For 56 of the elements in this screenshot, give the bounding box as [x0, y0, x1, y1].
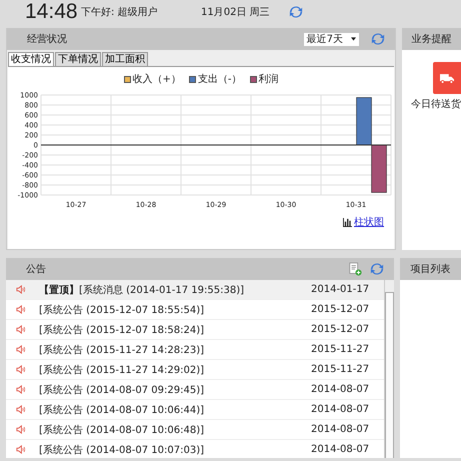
- legend-label: 收入（+）: [132, 72, 181, 86]
- notice-title: [系统公告 (2015-12-07 18:58:24)]: [39, 324, 205, 336]
- notice-row[interactable]: 【置顶】[系统消息 (2014-01-17 19:55:38)] 2014-01-17: [6, 280, 384, 300]
- chart-tab[interactable]: 加工面积: [102, 52, 148, 66]
- notice-title: [系统公告 (2014-08-07 10:06:44)]: [39, 404, 205, 416]
- panel-title: 公告: [26, 262, 47, 276]
- chart-bar: [371, 144, 387, 193]
- speaker-icon: [16, 365, 25, 374]
- chart-bar: [356, 97, 372, 146]
- bar-chart-icon: [343, 218, 352, 226]
- notice-title: [系统公告 (2014-08-07 10:06:48)]: [39, 424, 205, 436]
- legend-label: 利润: [258, 72, 278, 86]
- add-document-icon[interactable]: [348, 262, 362, 276]
- chart-type-link[interactable]: 柱状图: [354, 215, 384, 229]
- clock-time: 14:48: [25, 0, 79, 24]
- notice-title: 【置顶】[系统消息 (2014-01-17 19:55:38)]: [39, 284, 245, 296]
- notice-title: [系统公告 (2015-11-27 14:28:23)]: [39, 344, 205, 356]
- notice-date: 2015-11-27: [311, 364, 370, 375]
- truck-icon: [440, 72, 454, 84]
- greeting-text: 下午好: 超级用户: [81, 6, 159, 19]
- speaker-icon: [16, 325, 25, 334]
- speaker-icon: [16, 385, 25, 394]
- notice-title: [系统公告 (2014-08-07 10:07:03)]: [39, 444, 205, 456]
- date-text: 11月02日 周三: [201, 6, 271, 19]
- notice-date: 2014-08-07: [311, 424, 370, 435]
- refresh-icon[interactable]: [370, 262, 384, 276]
- scrollbar[interactable]: [384, 280, 394, 458]
- notice-date: 2014-01-17: [311, 284, 370, 295]
- legend-label: 支出（-）: [198, 72, 242, 86]
- refresh-icon[interactable]: [289, 5, 303, 19]
- speaker-icon: [16, 285, 25, 294]
- panel-title: 项目列表: [410, 262, 450, 276]
- notice-date: 2015-12-07: [311, 324, 370, 335]
- notice-title: [系统公告 (2015-11-27 14:29:02)]: [39, 364, 205, 376]
- notice-date: 2014-08-07: [311, 404, 370, 415]
- speaker-icon: [16, 305, 25, 314]
- scrollbar-thumb[interactable]: [385, 292, 394, 458]
- refresh-icon[interactable]: [371, 32, 385, 46]
- notice-title: [系统公告 (2014-08-07 09:29:45)]: [39, 384, 205, 396]
- range-select[interactable]: 最近7天: [304, 32, 359, 46]
- chart-tab[interactable]: 下单情况: [55, 52, 101, 66]
- caret-icon: [351, 37, 356, 41]
- panel-title: 经营状况: [27, 32, 68, 46]
- speaker-icon: [16, 425, 25, 434]
- notice-date: 2014-08-07: [311, 384, 370, 395]
- speaker-icon: [16, 345, 25, 354]
- speaker-icon: [16, 445, 25, 454]
- notice-date: 2015-11-27: [311, 344, 370, 355]
- notice-date: 2015-12-07: [311, 304, 370, 315]
- notice-title: [系统公告 (2015-12-07 18:55:54)]: [39, 304, 205, 316]
- chart-tab[interactable]: 收支情况: [8, 52, 54, 67]
- delivery-tile[interactable]: [433, 62, 461, 94]
- panel-title: 业务提醒: [412, 32, 452, 46]
- speaker-icon: [16, 405, 25, 414]
- tile-label: 今日待送货: [411, 98, 461, 111]
- notice-date: 2014-08-07: [311, 444, 370, 455]
